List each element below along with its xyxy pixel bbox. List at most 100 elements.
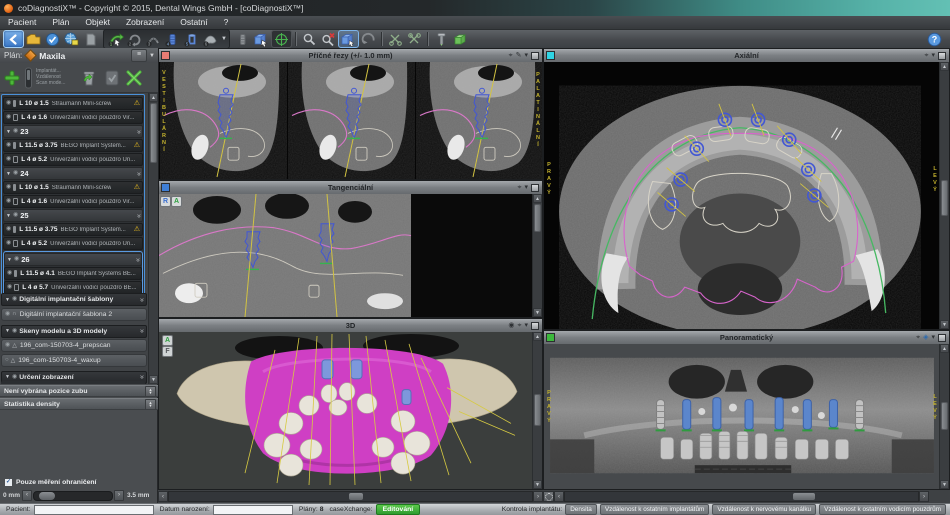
tangential-view[interactable]: R A ▲ ▼ [159, 194, 542, 317]
cross-sections-panel[interactable]: Příčné řezy (+/- 1.0 mm) ⌖✎▾ [158, 48, 543, 180]
tooth-group-row[interactable]: ▼◉23» [3, 125, 143, 138]
slider-thumb[interactable] [39, 492, 55, 500]
threed-view[interactable]: A F ▲ ▼ [159, 332, 542, 489]
threed-scrollbar[interactable]: ▲ ▼ [532, 332, 542, 489]
scroll-up-icon[interactable]: ▲ [940, 344, 949, 353]
implant-row[interactable]: ◉L 11.5 ø 3.75BEGO Implant System...⚠ [3, 139, 143, 152]
threed-panel[interactable]: 3D ◉⌖▾ [158, 318, 543, 490]
rotate-view-button[interactable] [338, 30, 359, 48]
tooth-position-dropdown[interactable]: Není vybrána pozice zubu ▲▼ [0, 385, 158, 397]
panel-header[interactable]: Příčné řezy (+/- 1.0 mm) ⌖✎▾ [159, 49, 542, 63]
radio-off-icon[interactable]: ○ [5, 355, 9, 366]
stepper-icon[interactable]: ▲▼ [145, 399, 156, 410]
expand-chevron-icon[interactable]: » [134, 130, 142, 134]
maximize-icon[interactable] [938, 52, 946, 60]
workflow-dropdown-caret[interactable]: ▼ [221, 36, 227, 42]
menu-objekt[interactable]: Objekt [77, 16, 118, 29]
scrollbar-thumb[interactable] [534, 394, 541, 426]
sleeve-row[interactable]: ◉L 4 ø 5.2Univerzální vodicí pouzdro Un.… [3, 153, 143, 166]
menu-zobrazeni[interactable]: Zobrazení [118, 16, 172, 29]
slider-right-arrow[interactable]: › [114, 490, 124, 501]
cut-mandible-button[interactable] [405, 31, 424, 47]
delete-implant-button[interactable] [79, 68, 99, 88]
implant-row[interactable]: ◉L 11.5 ø 4.1BEGO Implant Systems BE... [4, 267, 142, 280]
eye-icon[interactable]: ◉ [508, 322, 514, 330]
scrollbar-thumb[interactable] [349, 493, 363, 500]
distance-sleeves-button[interactable]: Vzdálenost k ostatním vodicím pouzdrům [819, 504, 946, 515]
patient-input[interactable] [34, 505, 154, 515]
stepper-icon[interactable]: ▲▼ [145, 386, 156, 397]
left-h-scrollbar[interactable] [168, 491, 533, 502]
sleeve-row[interactable]: ◉L 4 ø 1.6Univerzální vodicí pouzdro Vir… [3, 111, 143, 124]
panoramic-view[interactable]: PRAVÝ LEVÝ ▲ ▼ [544, 344, 949, 489]
workflow-step1-button[interactable]: 1 [106, 31, 125, 47]
back-button[interactable] [3, 30, 24, 48]
maximize-icon[interactable] [531, 184, 539, 192]
visibility-icon[interactable]: ◉ [6, 196, 11, 207]
panel-header[interactable]: Axiální ⌖▾ [544, 49, 949, 63]
edit-icon[interactable]: ✎ [516, 52, 522, 60]
cross-sections-view[interactable]: VESTIBULÁRNÍ PALATINÁLNÍ [159, 62, 542, 179]
delete-measure-button[interactable] [319, 31, 338, 47]
menu-plan[interactable]: Plán [44, 16, 77, 29]
scroll-left-icon[interactable]: ‹ [554, 491, 564, 502]
panoramic-panel[interactable]: Panoramatický ⌖◈▾ [543, 330, 950, 490]
undo-button[interactable] [359, 31, 378, 47]
maximize-icon[interactable] [531, 322, 539, 330]
expand-chevron-icon[interactable]: » [134, 214, 142, 218]
sleeve-row[interactable]: ◉L 4 ø 5.2Univerzální vodicí pouzdro Un.… [3, 237, 143, 250]
distance-nerve-button[interactable]: Vzdálenost k nervovému kanálku [712, 504, 816, 515]
density-button[interactable]: Densita [565, 504, 597, 515]
scroll-down-icon[interactable]: ▼ [940, 480, 949, 489]
scroll-up-icon[interactable]: ▲ [149, 93, 158, 102]
validate-button[interactable] [102, 68, 122, 88]
collapse-icon[interactable]: ▼ [7, 257, 12, 263]
implant-row[interactable]: ◉L 10 ø 1.5Straumann Mini-screw⚠ [3, 97, 143, 110]
menu-pacient[interactable]: Pacient [0, 16, 44, 29]
scroll-up-icon[interactable]: ▲ [533, 332, 542, 341]
workflow-step4-button[interactable]: 4 [163, 31, 182, 47]
scrollbar-thumb[interactable] [941, 402, 948, 430]
template-item[interactable]: ◉∩Digitální implantační šablona 2 [1, 308, 147, 321]
panoramic-scrollbar[interactable]: ▲ ▼ [939, 344, 949, 489]
visibility-icon[interactable]: ◉ [6, 238, 11, 249]
online-button[interactable] [62, 31, 81, 47]
implant-row[interactable]: ◉L 10 ø 1.5Straumann Mini-screw⚠ [3, 181, 143, 194]
scrollbar-thumb[interactable] [534, 204, 541, 232]
pin-icon[interactable]: ⌖ [518, 322, 522, 330]
axial-view[interactable]: PRAVÝ LEVÝ ▲ ▼ [544, 62, 949, 329]
implant-row[interactable]: ◉L 11.5 ø 3.75BEGO Implant System...⚠ [3, 223, 143, 236]
scroll-down-icon[interactable]: ▼ [149, 375, 158, 384]
tooth-group-row-selected[interactable]: ▼◉26» [4, 253, 142, 266]
workflow-step5-button[interactable]: 5 [182, 31, 201, 47]
help-button[interactable]: ? [925, 31, 944, 47]
visibility-icon[interactable]: ◉ [13, 210, 18, 221]
distance-implants-button[interactable]: Vzdálenost k ostatním implantátům [600, 504, 709, 515]
section-scans[interactable]: ▼◉Skeny modelu a 3D modely» [1, 325, 147, 338]
expand-chevron-icon[interactable]: » [137, 329, 145, 333]
scan-item[interactable]: ○△196_com-150703-4_waxup [1, 354, 147, 367]
expand-chevron-icon[interactable]: » [137, 375, 145, 379]
visibility-icon[interactable]: ◉ [6, 182, 11, 193]
scrollbar-thumb[interactable] [941, 180, 948, 216]
report-button[interactable] [81, 31, 100, 47]
scroll-up-icon[interactable]: ▲ [940, 62, 949, 71]
dropdown-icon[interactable]: ▾ [524, 322, 528, 330]
expand-chevron-icon[interactable]: » [137, 298, 145, 302]
collapse-icon[interactable]: ▼ [6, 171, 11, 177]
checkbox-checked[interactable]: ✓ [4, 478, 13, 487]
collapse-icon[interactable]: ▼ [6, 129, 11, 135]
collapse-icon[interactable]: ▼ [6, 213, 11, 219]
dropdown-icon[interactable]: ▾ [931, 52, 935, 60]
menu-ostatni[interactable]: Ostatní [172, 16, 215, 29]
expand-chevron-icon[interactable]: » [134, 172, 142, 176]
layers-icon[interactable]: ◈ [923, 334, 928, 342]
visibility-icon[interactable]: ◉ [7, 268, 12, 279]
scroll-down-icon[interactable]: ▼ [940, 320, 949, 329]
visibility-icon[interactable]: ◉ [14, 254, 19, 265]
workflow-step2-button[interactable]: 2 [125, 31, 144, 47]
axial-scrollbar[interactable]: ▲ ▼ [939, 62, 949, 329]
cut-maxilla-button[interactable] [386, 31, 405, 47]
dropdown-icon[interactable]: ▾ [931, 334, 935, 342]
workflow-step3-button[interactable]: 3 [144, 31, 163, 47]
